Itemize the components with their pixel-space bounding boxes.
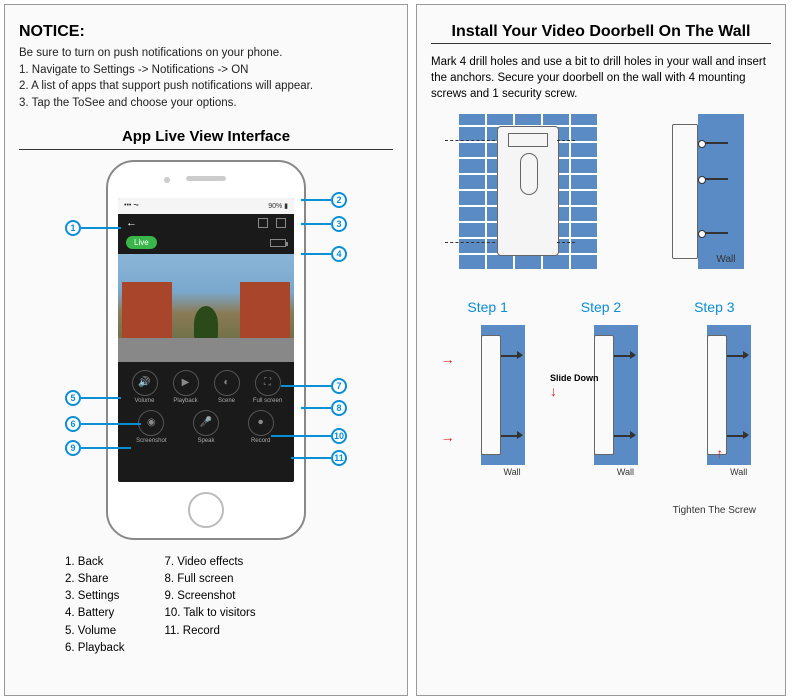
callout-1: 1 (65, 220, 81, 236)
phone-diagram: ••• ⏦ 90% ▮ ← Live (19, 160, 393, 540)
step2-title: Step 2 (546, 299, 656, 315)
callout-4: 4 (331, 246, 347, 262)
live-badge: Live (126, 236, 157, 249)
legend: 1. Back 2. Share 3. Settings 4. Battery … (19, 554, 393, 658)
notice-heading: NOTICE: (19, 23, 393, 41)
install-title: Install Your Video Doorbell On The Wall (431, 23, 771, 41)
battery-icon (270, 239, 286, 247)
callout-6: 6 (65, 416, 81, 432)
notice-text: Be sure to turn on push notifications on… (19, 45, 393, 112)
step3-caption: Tighten The Screw (659, 505, 769, 517)
video-preview (118, 254, 294, 362)
phone-outline: ••• ⏦ 90% ▮ ← Live (106, 160, 306, 540)
step3-title: Step 3 (659, 299, 769, 315)
callout-7: 7 (331, 378, 347, 394)
callout-11: 11 (331, 450, 347, 466)
home-button-icon (188, 492, 224, 528)
steps-row: Step 1 → → Wall Step 2 Slide Down↓ Wall (431, 299, 771, 517)
left-panel: NOTICE: Be sure to turn on push notifica… (4, 4, 408, 696)
callout-10: 10 (331, 428, 347, 444)
callout-2: 2 (331, 192, 347, 208)
back-icon: ← (126, 217, 137, 229)
callout-9: 9 (65, 440, 81, 456)
divider (19, 149, 393, 150)
main-install-diagram: Wall (431, 114, 771, 269)
app-interface-title: App Live View Interface (19, 128, 393, 145)
divider (431, 43, 771, 44)
callout-3: 3 (331, 216, 347, 232)
install-text: Mark 4 drill holes and use a bit to dril… (431, 54, 771, 102)
right-panel: Install Your Video Doorbell On The Wall … (416, 4, 786, 696)
callout-8: 8 (331, 400, 347, 416)
step1-title: Step 1 (433, 299, 543, 315)
callout-5: 5 (65, 390, 81, 406)
settings-icon (276, 218, 286, 228)
share-icon (258, 218, 268, 228)
